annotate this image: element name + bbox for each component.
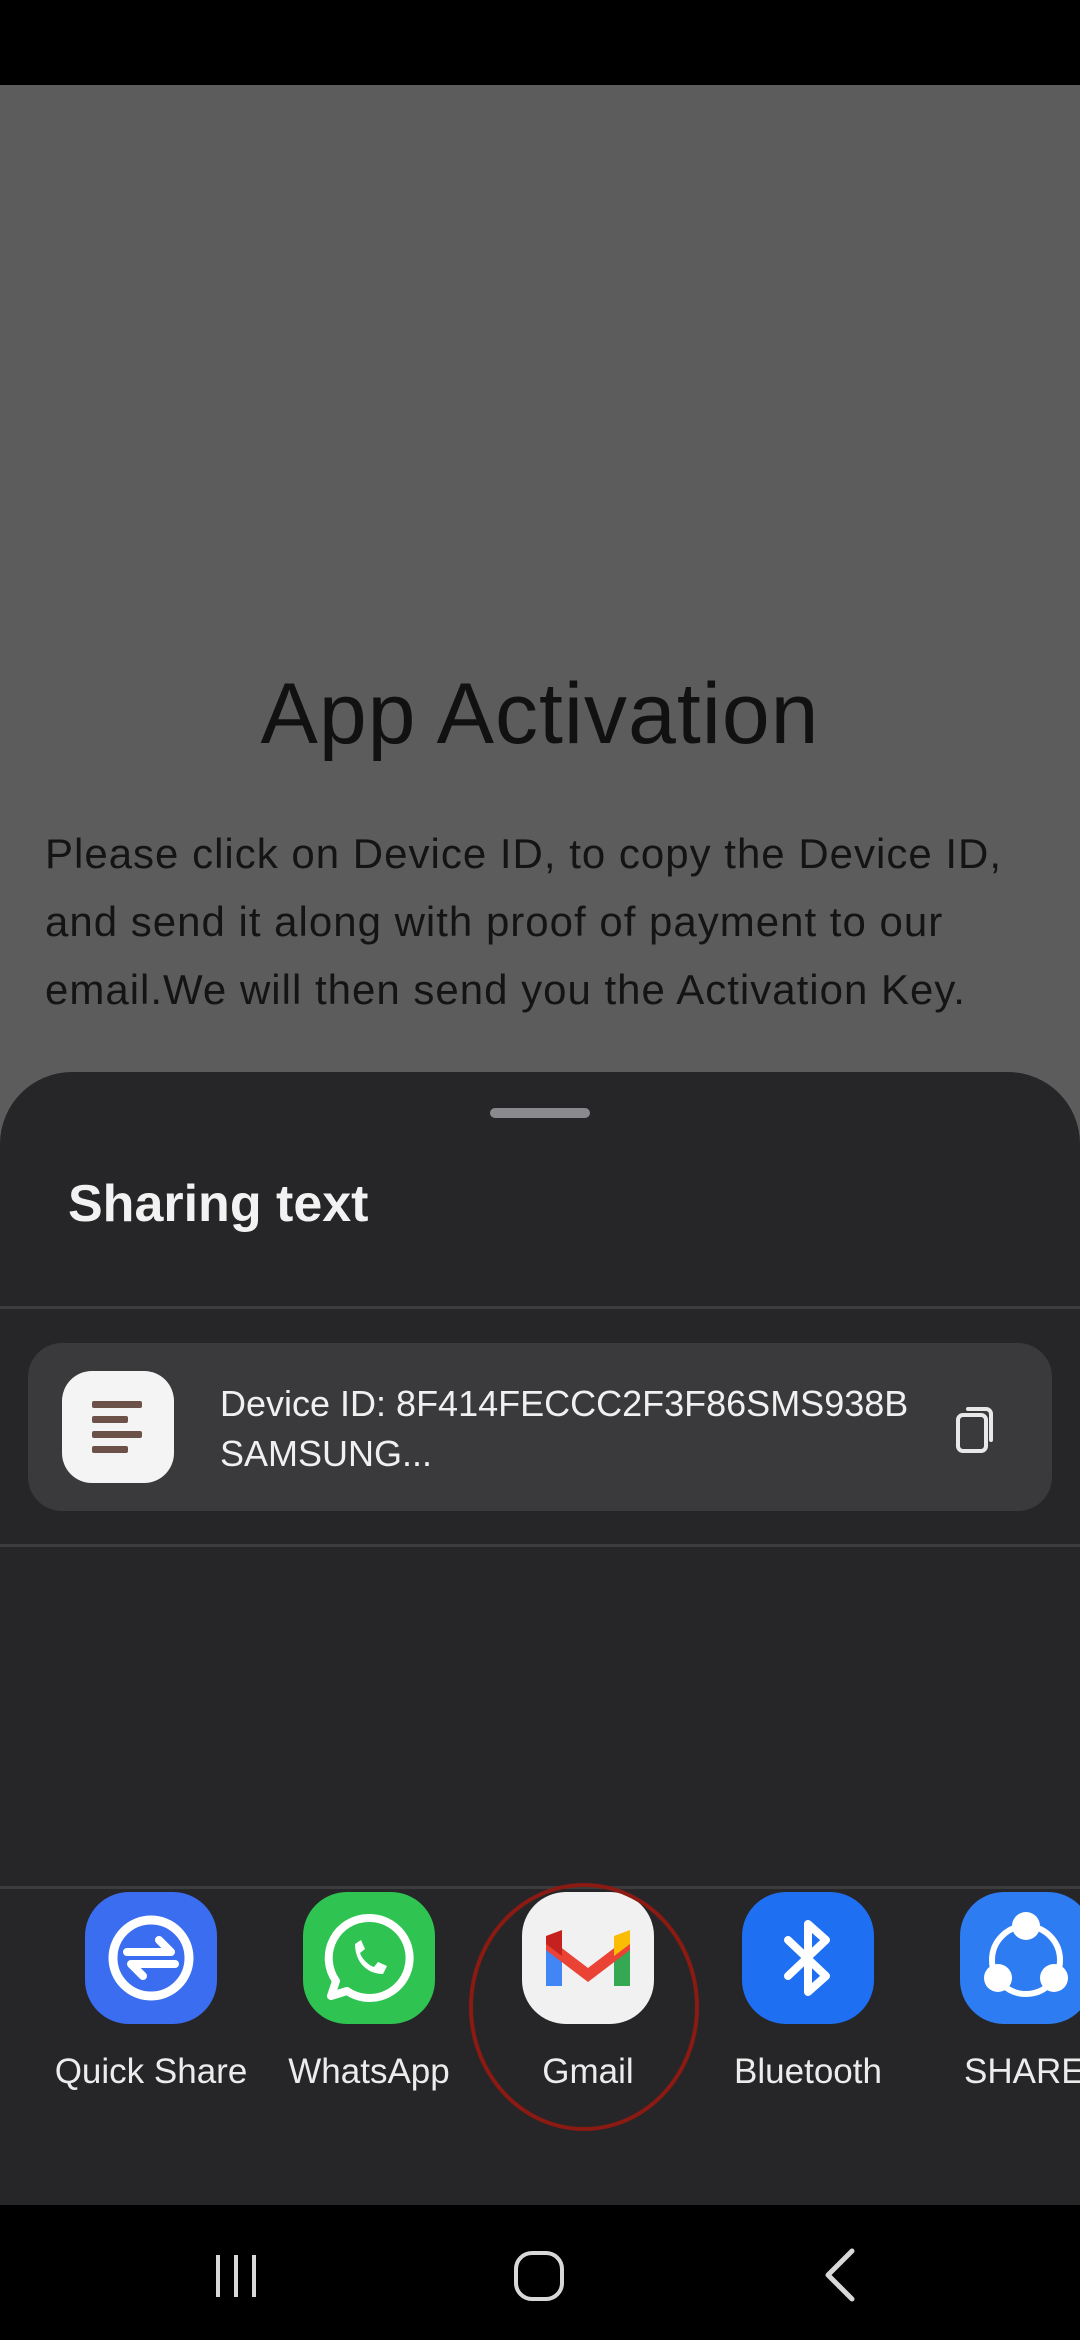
whatsapp-icon <box>303 1892 435 2024</box>
text-document-icon <box>62 1371 174 1483</box>
share-target-label: Bluetooth <box>734 2052 882 2091</box>
recents-icon[interactable] <box>196 2235 276 2315</box>
screen: App Activation Please click on Device ID… <box>0 0 1080 2340</box>
back-icon[interactable] <box>800 2235 880 2315</box>
shared-text-content: Device ID: 8F414FECCC2F3F86SMS938BSAMSUN… <box>220 1383 909 1474</box>
share-target-label: SHAREit <box>964 2052 1080 2091</box>
share-target-shareit[interactable]: SHAREit <box>916 1892 1080 2132</box>
drag-handle[interactable] <box>490 1108 590 1118</box>
share-target-quick-share[interactable]: Quick Share <box>41 1892 261 2132</box>
status-bar <box>0 0 1080 85</box>
navigation-bar <box>0 2205 1080 2340</box>
app-title: App Activation <box>260 666 820 762</box>
home-icon[interactable] <box>500 2235 580 2315</box>
copy-icon[interactable] <box>944 1393 1012 1461</box>
share-target-whatsapp[interactable]: WhatsApp <box>259 1892 479 2132</box>
shared-text-preview: Device ID: 8F414FECCC2F3F86SMS938BSAMSUN… <box>28 1343 1052 1511</box>
divider <box>0 1306 1080 1309</box>
share-target-label: WhatsApp <box>288 2052 450 2091</box>
divider <box>0 1886 1080 1889</box>
share-target-bluetooth[interactable]: Bluetooth <box>698 1892 918 2132</box>
quick-share-icon <box>85 1892 217 2024</box>
share-target-label: Quick Share <box>54 2052 248 2091</box>
app-description: Please click on Device ID, to copy the D… <box>45 830 1003 1013</box>
bluetooth-icon <box>742 1892 874 2024</box>
sheet-title: Sharing text <box>68 1175 369 1233</box>
shareit-icon <box>960 1892 1080 2024</box>
divider <box>0 1544 1080 1547</box>
highlight-annotation <box>469 1883 699 2131</box>
